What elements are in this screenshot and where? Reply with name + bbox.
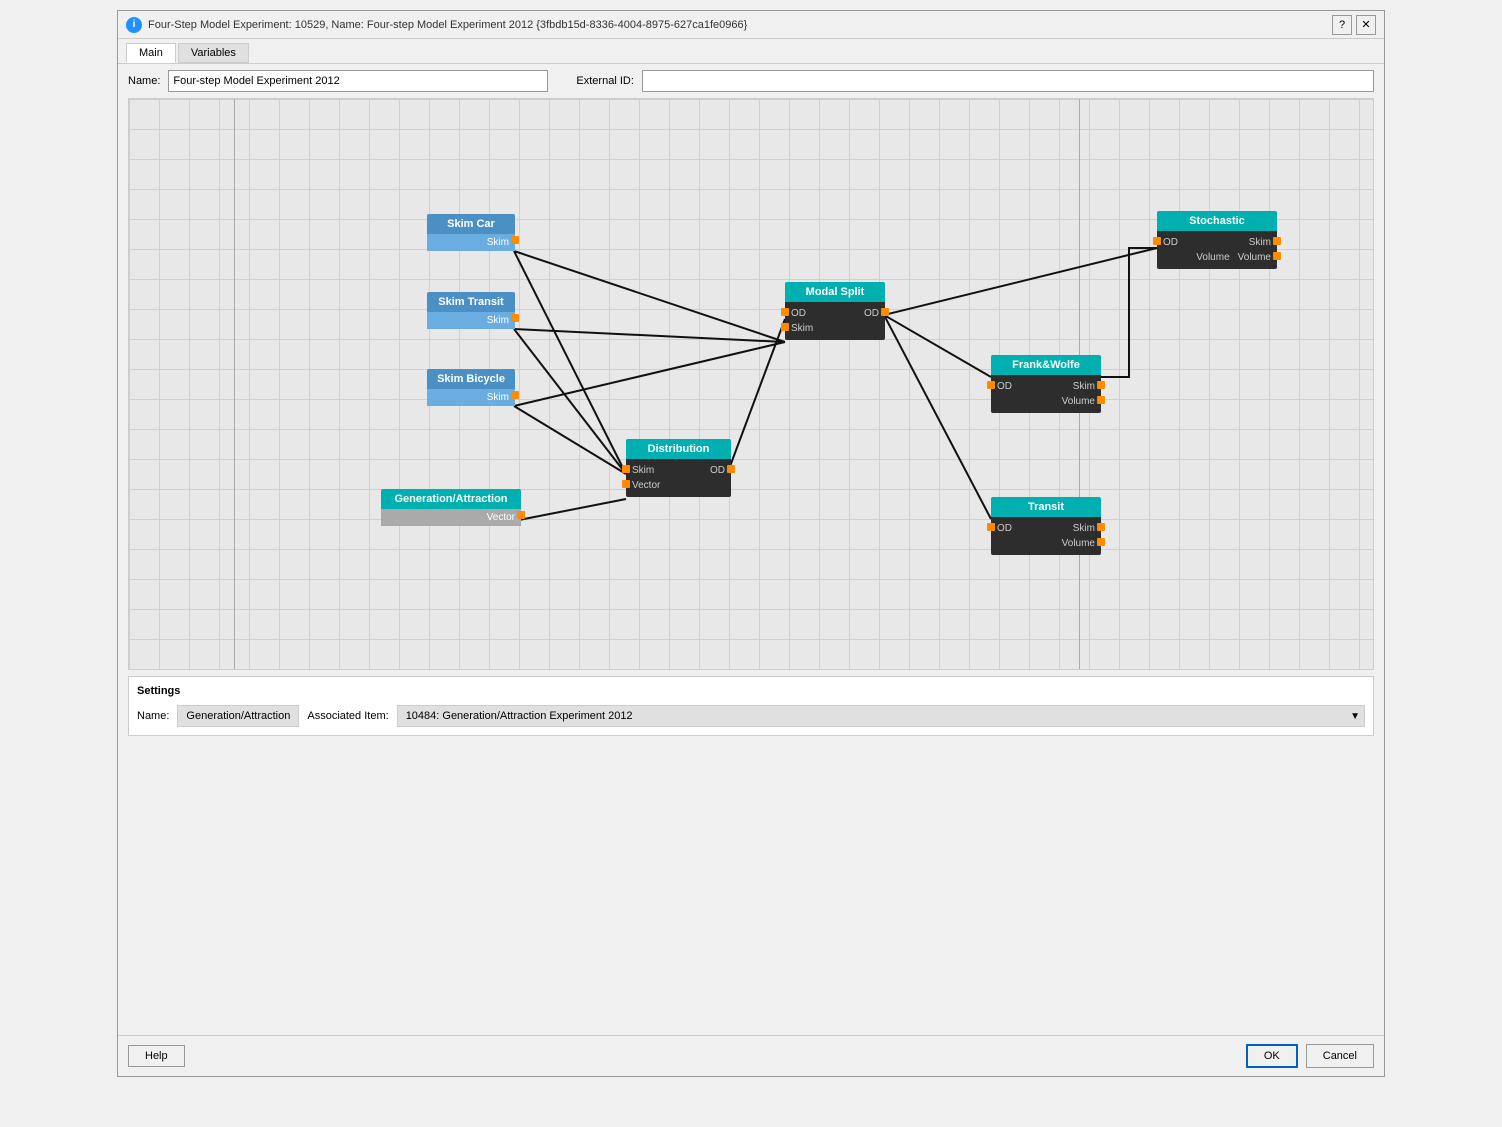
node-modal-split[interactable]: Modal Split OD OD Skim: [785, 282, 885, 340]
settings-name-value: Generation/Attraction: [177, 705, 299, 727]
node-distribution[interactable]: Distribution Skim OD Vector: [626, 439, 731, 497]
node-transit[interactable]: Transit OD Skim Volume: [991, 497, 1101, 555]
node-generation-port: Vector: [381, 509, 521, 526]
help-btn[interactable]: Help: [128, 1045, 185, 1067]
tab-variables[interactable]: Variables: [178, 43, 249, 63]
node-skim-transit-port: Skim: [427, 312, 515, 329]
vertical-line-1: [234, 99, 235, 669]
settings-title: Settings: [137, 685, 1365, 697]
node-transit-body: OD Skim Volume: [991, 517, 1101, 555]
name-label: Name:: [128, 75, 160, 87]
ok-btn[interactable]: OK: [1246, 1044, 1298, 1068]
settings-panel: Settings Name: Generation/Attraction Ass…: [128, 676, 1374, 736]
tab-main[interactable]: Main: [126, 43, 176, 63]
main-window: i Four-Step Model Experiment: 10529, Nam…: [117, 10, 1385, 1077]
name-input[interactable]: [168, 70, 548, 92]
node-skim-car-port: Skim: [427, 234, 515, 251]
node-skim-bicycle-title: Skim Bicycle: [427, 369, 515, 389]
cancel-btn[interactable]: Cancel: [1306, 1044, 1374, 1068]
app-icon: i: [126, 17, 142, 33]
settings-assoc-dropdown[interactable]: 10484: Generation/Attraction Experiment …: [397, 705, 1365, 727]
ext-id-input[interactable]: [642, 70, 1374, 92]
node-skim-transit[interactable]: Skim Transit Skim: [427, 292, 515, 329]
node-stochastic[interactable]: Stochastic OD Skim Volume Volume: [1157, 211, 1277, 269]
node-stochastic-title: Stochastic: [1157, 211, 1277, 231]
node-skim-bicycle-port: Skim: [427, 389, 515, 406]
node-skim-bicycle[interactable]: Skim Bicycle Skim: [427, 369, 515, 406]
bottom-bar: Help OK Cancel: [118, 1035, 1384, 1076]
node-generation[interactable]: Generation/Attraction Vector: [381, 489, 521, 526]
node-stochastic-body: OD Skim Volume Volume: [1157, 231, 1277, 269]
dropdown-arrow-icon: ▼: [1350, 711, 1360, 722]
close-button[interactable]: ✕: [1356, 15, 1376, 35]
node-modal-split-body: OD OD Skim: [785, 302, 885, 340]
ext-id-label: External ID:: [576, 75, 633, 87]
node-frank-wolfe[interactable]: Frank&Wolfe OD Skim Volume: [991, 355, 1101, 413]
tabs-row: Main Variables: [118, 39, 1384, 64]
canvas-area: Skim Car Skim Skim Transit Skim Skim Bic…: [128, 98, 1374, 670]
node-transit-title: Transit: [991, 497, 1101, 517]
node-skim-car[interactable]: Skim Car Skim: [427, 214, 515, 251]
grid-background: [129, 99, 1373, 669]
node-skim-car-title: Skim Car: [427, 214, 515, 234]
node-generation-title: Generation/Attraction: [381, 489, 521, 509]
title-bar: i Four-Step Model Experiment: 10529, Nam…: [118, 11, 1384, 39]
help-button[interactable]: ?: [1332, 15, 1352, 35]
node-skim-transit-title: Skim Transit: [427, 292, 515, 312]
node-modal-split-title: Modal Split: [785, 282, 885, 302]
node-frank-wolfe-title: Frank&Wolfe: [991, 355, 1101, 375]
window-title: Four-Step Model Experiment: 10529, Name:…: [148, 19, 747, 31]
settings-assoc-label: Associated Item:: [307, 710, 388, 722]
name-row: Name: External ID:: [118, 64, 1384, 98]
node-frank-wolfe-body: OD Skim Volume: [991, 375, 1101, 413]
node-distribution-title: Distribution: [626, 439, 731, 459]
settings-assoc-value: 10484: Generation/Attraction Experiment …: [406, 710, 633, 722]
node-distribution-body: Skim OD Vector: [626, 459, 731, 497]
settings-name-label: Name:: [137, 710, 169, 722]
